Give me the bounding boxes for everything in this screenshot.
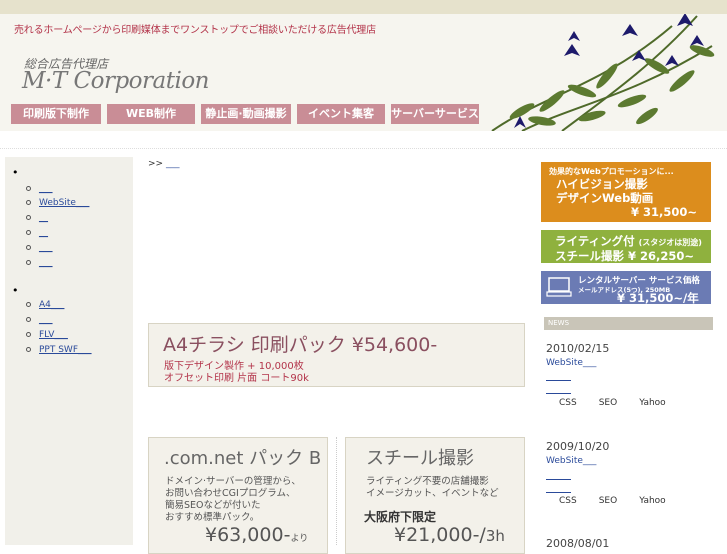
news-link-placeholder[interactable] bbox=[546, 492, 571, 493]
news-tag: SEO bbox=[598, 496, 618, 506]
promo-hd-video[interactable]: 効果的なWebプロモーションに... ハイビジョン撮影 デザインWeb動画 ¥ … bbox=[541, 162, 711, 222]
header-divider bbox=[0, 148, 727, 149]
promo-price: ¥ 31,500~ bbox=[631, 205, 698, 219]
banner-text: おすすめ標準パック。 bbox=[165, 512, 260, 523]
news-tag: Yahoo bbox=[639, 398, 666, 408]
circle-bullet-icon bbox=[26, 332, 31, 337]
breadcrumb-prefix: >> bbox=[148, 159, 164, 169]
news-link[interactable]: WebSite___ bbox=[546, 456, 596, 466]
banner-text: オフセット印刷 片面 コート90k bbox=[164, 373, 309, 384]
nav-server[interactable]: サーバーサービス bbox=[391, 104, 479, 124]
circle-bullet-icon bbox=[26, 317, 31, 322]
circle-bullet-icon bbox=[26, 302, 31, 307]
sidebar-link[interactable]: WebSite___ bbox=[39, 198, 89, 208]
news-link-placeholder[interactable] bbox=[546, 479, 571, 480]
banner-price: ¥21,000-/3h bbox=[394, 524, 505, 546]
news-tag: CSS bbox=[559, 398, 577, 408]
banner-region: 大阪府下限定 bbox=[364, 510, 437, 524]
circle-bullet-icon bbox=[26, 186, 31, 191]
banner-title: .com.net パック B bbox=[164, 448, 322, 469]
circle-bullet-icon bbox=[26, 230, 31, 235]
tagline: 売れるホームページから印刷媒体までワンストップでご相談いただける広告代理店 bbox=[14, 25, 376, 36]
circle-bullet-icon bbox=[26, 200, 31, 205]
bullet-icon: • bbox=[12, 166, 19, 179]
price-value: ¥63,000- bbox=[205, 524, 291, 546]
promo-note: (スタジオは別途) bbox=[638, 238, 702, 247]
sidebar-link[interactable]: ___ bbox=[39, 243, 53, 253]
comnet-pack-banner[interactable]: .com.net パック B ドメイン·サーバーの管理から、 お問い合わせCGI… bbox=[148, 437, 328, 554]
breadcrumb: >> ___ bbox=[148, 159, 179, 169]
banner-text: イメージカット、イベントなど bbox=[366, 488, 499, 499]
news-link-placeholder[interactable] bbox=[546, 393, 571, 394]
sidebar-item[interactable]: A4___ bbox=[26, 300, 64, 310]
sidebar-item[interactable]: ___ bbox=[26, 258, 53, 268]
sidebar: • ___ WebSite___ __ __ ___ ___ • A4___ _… bbox=[5, 157, 133, 545]
top-strip bbox=[0, 0, 727, 14]
sidebar-link[interactable]: A4___ bbox=[39, 300, 64, 310]
price-suffix: より bbox=[290, 534, 309, 544]
promo-price: ¥ 31,500~/年 bbox=[617, 291, 699, 305]
promo-text: デザインWeb動画 bbox=[556, 191, 654, 205]
news-date: 2009/10/20 bbox=[546, 440, 610, 453]
sidebar-item[interactable]: FLV___ bbox=[26, 330, 68, 340]
news-link[interactable]: WebSite___ bbox=[546, 358, 596, 368]
sidebar-link[interactable]: ___ bbox=[39, 315, 53, 325]
a4-flyer-banner[interactable]: A4チラシ 印刷パック ¥54,600- 版下デザイン製作 + 10,000枚 … bbox=[148, 323, 525, 387]
sidebar-link[interactable]: PPT SWF___ bbox=[39, 345, 92, 355]
price-value: ¥21,000-/ bbox=[394, 524, 486, 546]
logo[interactable]: M·T Corporation bbox=[22, 68, 210, 94]
nav-photo-video[interactable]: 静止画·動画撮影 bbox=[201, 104, 291, 124]
price-suffix: 3h bbox=[485, 527, 505, 545]
nav-web[interactable]: WEB制作 bbox=[107, 104, 195, 124]
sidebar-item[interactable]: ___ bbox=[26, 315, 53, 325]
news-date: 2010/02/15 bbox=[546, 342, 610, 355]
circle-bullet-icon bbox=[26, 215, 31, 220]
sidebar-item[interactable]: ___ bbox=[26, 243, 53, 253]
circle-bullet-icon bbox=[26, 260, 31, 265]
sidebar-link[interactable]: ___ bbox=[39, 258, 53, 268]
banner-title: スチール撮影 bbox=[366, 448, 474, 469]
breadcrumb-link[interactable]: ___ bbox=[166, 159, 180, 169]
news-tags: CSS SEO Yahoo bbox=[559, 496, 688, 506]
banner-price: ¥63,000-より bbox=[205, 524, 308, 546]
promo-text-main: ライティング付 bbox=[555, 234, 635, 248]
circle-bullet-icon bbox=[26, 245, 31, 250]
still-photo-banner[interactable]: スチール撮影 ライティング不要の店舗撮影 イメージカット、イベントなど 大阪府下… bbox=[345, 437, 525, 554]
flower-decoration-icon bbox=[491, 14, 715, 131]
sidebar-item[interactable]: __ bbox=[26, 213, 48, 223]
news-tags: CSS SEO Yahoo bbox=[559, 398, 688, 408]
promo-rental-server[interactable]: レンタルサーバー サービス価格 メールアドレス(5つ), 250MB ¥ 31,… bbox=[541, 271, 711, 305]
sidebar-item[interactable]: __ bbox=[26, 228, 48, 238]
main-nav: 印刷版下制作 WEB制作 静止画·動画撮影 イベント集客 サーバーサービス bbox=[11, 104, 485, 124]
sidebar-link[interactable]: __ bbox=[39, 213, 48, 223]
sidebar-link[interactable]: ___ bbox=[39, 184, 53, 194]
news-tag: Yahoo bbox=[639, 496, 666, 506]
sidebar-link[interactable]: __ bbox=[39, 228, 48, 238]
nav-event[interactable]: イベント集客 bbox=[297, 104, 385, 124]
site-header: 売れるホームページから印刷媒体までワンストップでご相談いただける広告代理店 総合… bbox=[0, 14, 727, 131]
banner-divider bbox=[336, 437, 337, 545]
banner-title: A4チラシ 印刷パック ¥54,600- bbox=[163, 334, 438, 356]
promo-still-photo[interactable]: ライティング付 (スタジオは別途) スチール撮影 ¥ 26,250~ bbox=[541, 230, 711, 263]
promo-text: ライティング付 (スタジオは別途) bbox=[555, 233, 702, 249]
circle-bullet-icon bbox=[26, 347, 31, 352]
news-tag: SEO bbox=[598, 398, 618, 408]
news-tag: CSS bbox=[559, 496, 577, 506]
news-heading: NEWS bbox=[544, 317, 713, 330]
sidebar-item[interactable]: ___ bbox=[26, 184, 53, 194]
nav-print[interactable]: 印刷版下制作 bbox=[11, 104, 101, 124]
bullet-icon: • bbox=[12, 284, 19, 297]
sidebar-item[interactable]: PPT SWF___ bbox=[26, 345, 92, 355]
sidebar-item[interactable]: WebSite___ bbox=[26, 198, 89, 208]
promo-text: スチール撮影 ¥ 26,250~ bbox=[555, 249, 695, 263]
computer-icon bbox=[546, 277, 572, 297]
news-date: 2008/08/01 bbox=[546, 537, 610, 550]
news-link-placeholder[interactable] bbox=[546, 380, 571, 381]
sidebar-link[interactable]: FLV___ bbox=[39, 330, 68, 340]
